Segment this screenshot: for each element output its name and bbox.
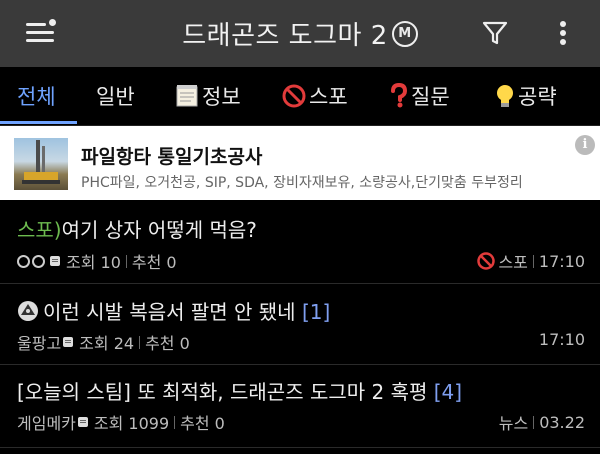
post-likes: 추천 0 [145,334,190,353]
app-header: 드래곤즈 도그마 2 M [0,0,600,67]
mobile-badge: M [391,20,418,47]
post-time: 17:10 [538,251,585,271]
post-right-meta: 17:10 [539,330,585,349]
post-category: 뉴스 [498,414,529,433]
more-vert-icon[interactable] [556,18,570,48]
page-title: 드래곤즈 도그마 2 [182,21,388,51]
post-title: 이런 시발 복음서 팔면 안 됐네 [1] [17,296,330,327]
post-time: 03.22 [539,412,585,432]
post-author: 게임메카 [17,414,76,433]
post-likes: 추천 0 [131,253,177,272]
tab-label: 공략 [518,85,557,109]
comment-count: [1] [301,300,331,324]
post-category: 스포 [498,253,528,272]
post-author: 울팡고 [17,334,62,353]
post-meta: 게임메카 조회 1099 추천 0 [17,410,225,434]
tab-label: 스포 [309,85,348,109]
post-meta: 울팡고 조회 24 추천 0 [17,330,190,354]
tab-info[interactable]: 정보 [174,67,241,125]
board-tabs: 전체 일반 정보 스포 질문 공략 [0,67,600,126]
post-likes: 추천 0 [180,414,225,433]
user-avatar-icon [17,300,39,327]
tab-label: 일반 [96,85,135,109]
menu-icon[interactable] [26,19,56,47]
question-icon [389,83,409,109]
post-time: 17:10 [538,330,585,349]
post-title-text: [오늘의 스팀] 또 최적화, 드래곤즈 도그마 2 혹평 [17,380,428,404]
post-prefix: 스포) [17,218,62,242]
tab-question[interactable]: 질문 [389,67,450,125]
prohibited-icon [476,251,496,271]
post-title: [오늘의 스팀] 또 최적화, 드래곤즈 도그마 2 혹평 [4] [17,376,462,405]
note-icon [50,256,60,266]
tab-general[interactable]: 일반 [96,67,135,125]
info-icon[interactable]: i [575,135,595,155]
tab-all[interactable]: 전체 [17,67,56,125]
post-title-text: 여기 상자 어떻게 먹음? [61,218,257,242]
lightbulb-icon [494,83,516,109]
list-item[interactable]: 스포)여기 상자 어떻게 먹음? 조회 10 추천 0 스포 17:10 [0,201,600,283]
tab-label: 정보 [202,85,241,109]
ad-title: 파일항타 통일기초공사 [81,146,263,168]
active-tab-indicator [0,121,77,124]
ad-banner[interactable]: 파일항타 통일기초공사 PHC파일, 오거천공, SIP, SDA, 장비자재보… [0,126,600,200]
ad-description: PHC파일, 오거천공, SIP, SDA, 장비자재보유, 소량공사,단기맞춤… [81,175,523,191]
tab-guide[interactable]: 공략 [494,67,557,125]
note-icon [63,337,74,347]
filter-icon[interactable] [480,18,510,48]
tab-label: 전체 [17,85,56,109]
post-title: 스포)여기 상자 어떻게 먹음? [17,214,257,243]
list-item[interactable]: 이런 시발 복음서 팔면 안 됐네 [1] 울팡고 조회 24 추천 0 17:… [0,284,600,364]
note-icon [77,417,88,427]
post-right-meta: 스포 17:10 [476,249,585,273]
comment-count: [4] [433,380,463,404]
tab-label: 질문 [411,85,450,109]
post-meta: 조회 10 추천 0 [17,249,177,273]
post-title-text: 이런 시발 복음서 팔면 안 됐네 [43,300,296,324]
list-item[interactable]: [오늘의 스팀] 또 최적화, 드래곤즈 도그마 2 혹평 [4] 게임메카 조… [0,365,600,447]
user-level-icon [17,254,45,268]
ad-thumbnail [14,138,68,190]
prohibited-icon [281,83,307,109]
post-views: 조회 10 [66,253,121,272]
post-right-meta: 뉴스 03.22 [499,410,585,434]
document-icon [174,83,200,109]
post-views: 조회 24 [79,334,135,353]
divider [0,447,600,448]
post-views: 조회 1099 [93,414,170,433]
tab-spoiler[interactable]: 스포 [281,67,348,125]
